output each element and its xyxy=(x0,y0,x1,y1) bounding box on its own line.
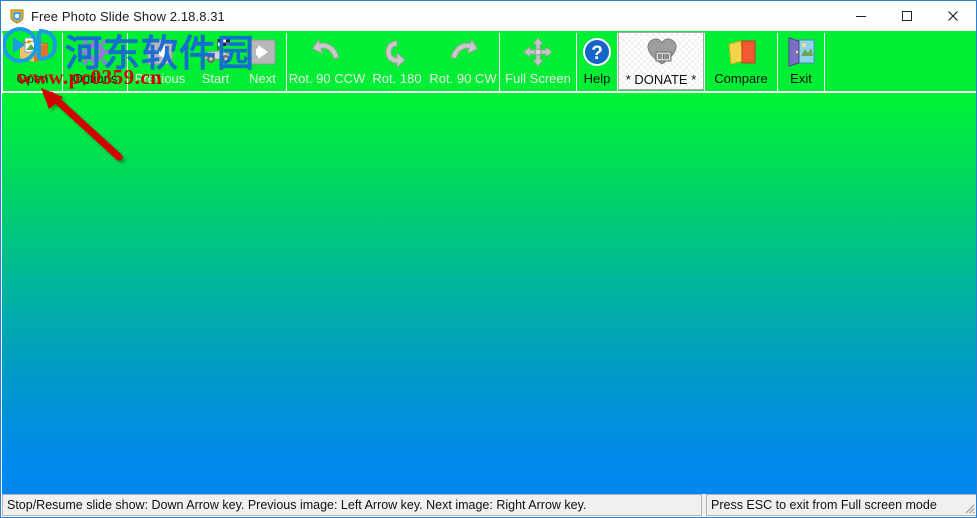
main-toolbar: Open Options Previous Start Next Rot. 90… xyxy=(2,31,976,93)
window-title: Free Photo Slide Show 2.18.8.31 xyxy=(31,8,225,24)
exit-door-icon xyxy=(785,36,817,68)
toolbar-label-next: Next xyxy=(249,71,276,86)
toolbar-label-rotate-90-ccw: Rot. 90 CCW xyxy=(288,71,366,86)
toolbar-separator xyxy=(824,33,825,91)
left-arrow-icon xyxy=(144,36,176,68)
close-icon xyxy=(948,11,958,21)
toolbar-button-previous[interactable]: Previous xyxy=(128,32,192,90)
heart-money-icon xyxy=(645,37,677,69)
toolbar-label-exit: Exit xyxy=(790,71,812,86)
gear-icon xyxy=(79,36,111,68)
toolbar-label-full-screen: Full Screen xyxy=(505,71,571,86)
toolbar-label-start: Start xyxy=(201,71,230,86)
toolbar-button-donate[interactable]: * DONATE * xyxy=(618,32,704,90)
status-pane-keyboard-hints: Stop/Resume slide show: Down Arrow key. … xyxy=(2,494,702,516)
toolbar-label-previous: Previous xyxy=(134,71,186,86)
toolbar-button-rotate-180[interactable]: Rot. 180 xyxy=(367,32,427,90)
maximize-button[interactable] xyxy=(884,1,930,31)
title-bar: Free Photo Slide Show 2.18.8.31 xyxy=(1,1,976,31)
open-folder-icon xyxy=(17,36,49,68)
toolbar-label-open: Open xyxy=(16,71,49,86)
right-arrow-icon xyxy=(247,36,279,68)
toolbar-button-options[interactable]: Options xyxy=(63,32,127,90)
fullscreen-arrows-icon xyxy=(522,36,554,68)
window-controls xyxy=(838,1,976,31)
toolbar-label-rotate-90-cw: Rot. 90 CW xyxy=(429,71,497,86)
close-button[interactable] xyxy=(930,1,976,31)
app-shield-icon xyxy=(8,7,26,25)
toolbar-button-full-screen[interactable]: Full Screen xyxy=(500,32,576,90)
toolbar-button-next[interactable]: Next xyxy=(239,32,286,90)
toolbar-button-rotate-90-ccw[interactable]: Rot. 90 CCW xyxy=(287,32,367,90)
toolbar-label-donate: * DONATE * xyxy=(625,72,697,87)
toolbar-button-help[interactable]: ? Help xyxy=(577,32,617,90)
race-car-flag-icon xyxy=(200,36,233,68)
rotate-cw-icon xyxy=(447,36,479,68)
status-pane-escape-hint: Press ESC to exit from Full screen mode xyxy=(706,494,976,516)
toolbar-button-compare[interactable]: Compare xyxy=(705,32,777,90)
toolbar-button-exit[interactable]: Exit xyxy=(778,32,824,90)
minimize-button[interactable] xyxy=(838,1,884,31)
toolbar-button-rotate-90-cw[interactable]: Rot. 90 CW xyxy=(427,32,499,90)
toolbar-label-compare: Compare xyxy=(714,71,768,86)
application-window: Free Photo Slide Show 2.18.8.31 Open Opt… xyxy=(0,0,977,518)
maximize-icon xyxy=(902,11,912,21)
resize-grip-icon[interactable] xyxy=(961,500,975,514)
rotate-ccw-icon xyxy=(311,36,343,68)
toolbar-label-help: Help xyxy=(583,71,611,86)
question-mark-icon: ? xyxy=(581,36,613,68)
toolbar-button-open[interactable]: Open xyxy=(3,32,62,90)
status-bar: Stop/Resume slide show: Down Arrow key. … xyxy=(2,494,976,516)
slideshow-image-area[interactable] xyxy=(2,93,976,496)
compare-cards-icon xyxy=(725,36,757,68)
toolbar-label-options: Options xyxy=(72,71,118,86)
rotate-180-icon xyxy=(381,36,413,69)
svg-text:?: ? xyxy=(591,43,603,64)
toolbar-button-start[interactable]: Start xyxy=(192,32,239,90)
minimize-icon xyxy=(856,16,866,17)
toolbar-label-rotate-180: Rot. 180 xyxy=(372,71,422,86)
